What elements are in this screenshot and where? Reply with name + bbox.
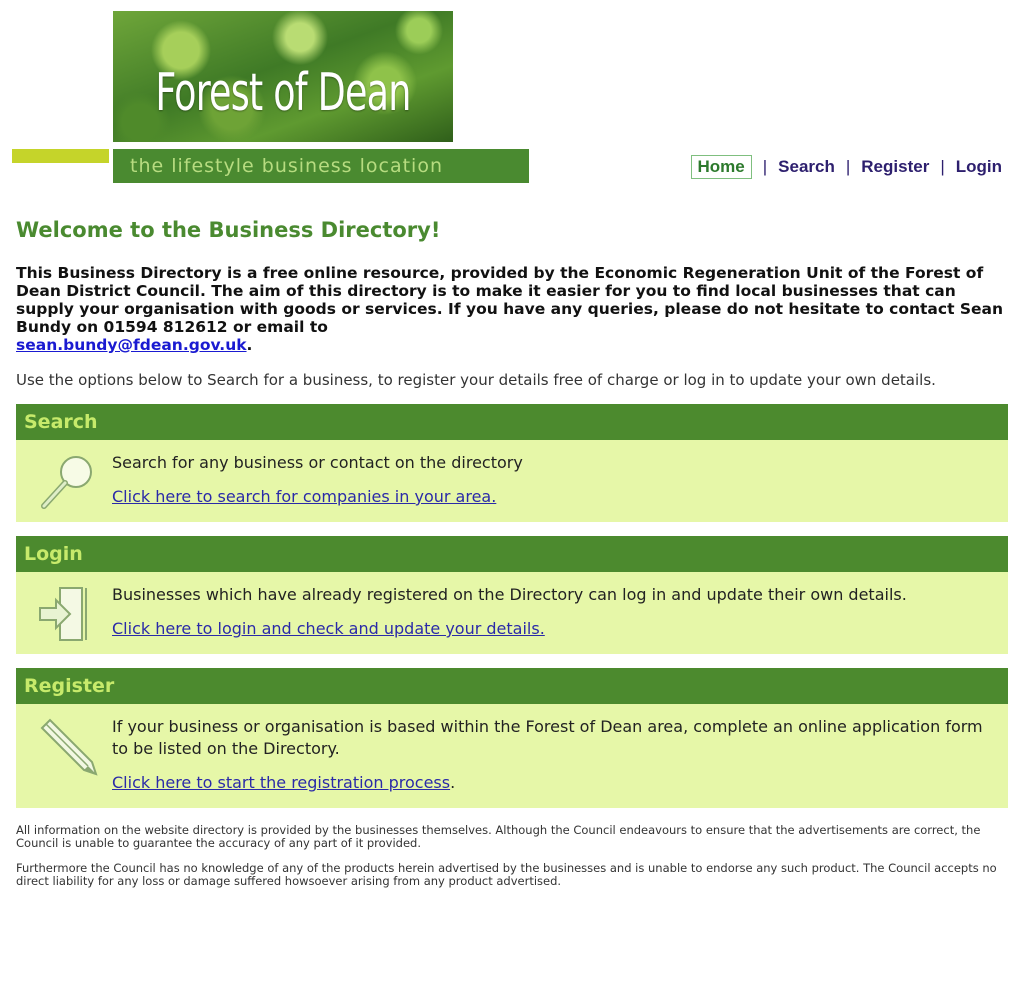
intro-paragraph: This Business Directory is a free online… [16, 264, 1008, 354]
nav-register-link[interactable]: Register [861, 157, 929, 177]
magnifier-icon [41, 456, 92, 509]
registration-link[interactable]: Click here to start the registration pro… [112, 773, 450, 792]
main-content: Welcome to the Business Directory! This … [16, 218, 1008, 888]
door-arrow-icon [39, 587, 87, 641]
logo-title: Forest of Dean [155, 63, 411, 123]
nav-search-link[interactable]: Search [778, 157, 835, 177]
login-panel-heading: Login [16, 536, 1008, 572]
contact-email-link[interactable]: sean.bundy@fdean.gov.uk [16, 336, 247, 354]
nav-separator: | [762, 157, 768, 176]
disclaimer-1: All information on the website directory… [16, 823, 981, 850]
pencil-icon [40, 718, 98, 776]
login-panel: Login Businesses which have already regi… [16, 536, 1008, 654]
login-description: Businesses which have already registered… [112, 585, 907, 604]
login-update-link[interactable]: Click here to login and check and update… [112, 619, 545, 638]
logo-image: Forest of Dean [113, 11, 453, 142]
search-description: Search for any business or contact on th… [112, 453, 523, 472]
nav-separator: | [845, 157, 851, 176]
register-panel-body: If your business or organisation is base… [16, 704, 1008, 808]
options-text: Use the options below to Search for a bu… [16, 371, 936, 389]
search-panel: Search Search for any business or contac… [16, 404, 1008, 522]
tagline-text: the lifestyle business location [130, 155, 443, 177]
registration-link-suffix: . [450, 773, 456, 792]
search-panel-body: Search for any business or contact on th… [16, 440, 1008, 522]
tagline-bar: the lifestyle business location [113, 149, 529, 183]
page-title: Welcome to the Business Directory! [16, 218, 441, 242]
decorative-lime-bar [12, 149, 109, 163]
search-panel-heading: Search [16, 404, 1008, 440]
intro-text: This Business Directory is a free online… [16, 264, 1004, 336]
disclaimer-2: Furthermore the Council has no knowledge… [16, 861, 997, 888]
intro-end: . [246, 336, 253, 354]
nav-login-link[interactable]: Login [956, 157, 1002, 177]
register-panel: Register If your business or organisatio… [16, 668, 1008, 808]
top-nav: Home | Search | Register | Login [690, 154, 1002, 180]
search-companies-link[interactable]: Click here to search for companies in yo… [112, 487, 496, 506]
register-description: If your business or organisation is base… [112, 717, 983, 758]
login-panel-body: Businesses which have already registered… [16, 572, 1008, 654]
register-panel-heading: Register [16, 668, 1008, 704]
nav-home-link[interactable]: Home [690, 155, 752, 179]
nav-separator: | [940, 157, 945, 176]
